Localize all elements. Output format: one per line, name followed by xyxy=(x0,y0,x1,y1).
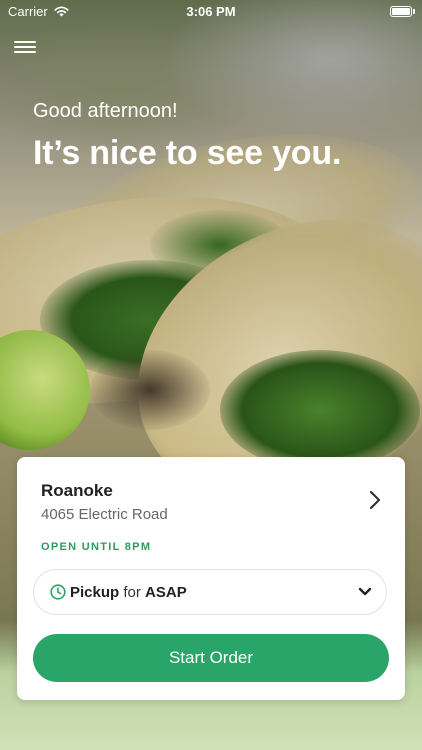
battery-icon xyxy=(390,6,415,17)
store-address: 4065 Electric Road xyxy=(41,506,168,523)
store-hours-status: OPEN UNTIL 8PM xyxy=(41,541,152,553)
order-connector: for xyxy=(123,584,141,601)
page-title: It’s nice to see you. xyxy=(33,134,342,172)
order-mode-text: Pickup for ASAP xyxy=(70,584,187,601)
greeting-text: Good afternoon! xyxy=(33,100,178,122)
order-mode-selector[interactable]: Pickup for ASAP xyxy=(33,569,387,615)
order-time: ASAP xyxy=(145,584,187,601)
status-bar: Carrier 3:06 PM xyxy=(0,0,422,24)
battery-fill xyxy=(392,8,410,15)
clock-icon xyxy=(50,584,66,600)
clock-time: 3:06 PM xyxy=(186,4,236,19)
start-order-button[interactable]: Start Order xyxy=(33,634,389,682)
order-method: Pickup xyxy=(70,584,120,601)
store-name: Roanoke xyxy=(41,481,113,500)
menu-icon[interactable] xyxy=(14,38,36,58)
chevron-right-icon[interactable] xyxy=(365,489,385,511)
location-card: Roanoke 4065 Electric Road OPEN UNTIL 8P… xyxy=(17,457,405,700)
chevron-down-icon xyxy=(358,587,372,596)
